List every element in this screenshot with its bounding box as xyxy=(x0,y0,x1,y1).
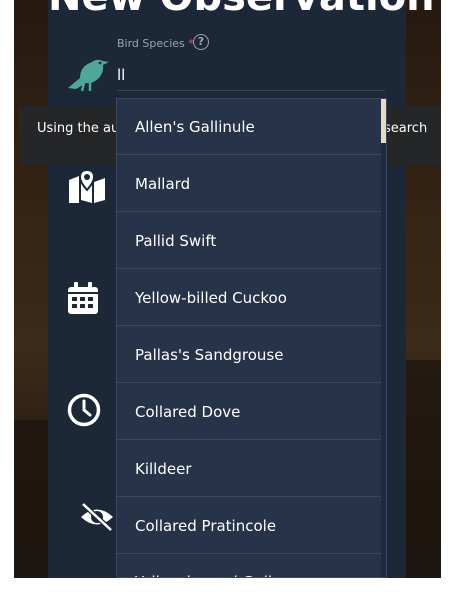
suggestion-item[interactable]: Pallid Swift xyxy=(117,213,381,269)
suggestion-item[interactable]: Mallard xyxy=(117,156,381,212)
dropdown-scrollbar-track[interactable] xyxy=(381,99,386,577)
clock-icon xyxy=(67,393,101,427)
suggestion-item[interactable]: Yellow-legged Gull xyxy=(117,555,381,577)
suggestion-item[interactable]: Collared Pratincole xyxy=(117,498,381,554)
page-title: New Observation xyxy=(48,0,435,20)
species-label-text: Bird Species xyxy=(117,37,185,50)
suggestion-item[interactable]: Killdeer xyxy=(117,441,381,497)
suggestion-item[interactable]: Collared Dove xyxy=(117,384,381,440)
page-footer-blank xyxy=(0,578,462,598)
dropdown-scrollbar-thumb[interactable] xyxy=(381,99,386,143)
suggestion-item[interactable]: Yellow-billed Cuckoo xyxy=(117,270,381,326)
suggestion-item[interactable]: Pallas's Sandgrouse xyxy=(117,327,381,383)
eye-slash-icon xyxy=(81,502,113,532)
tooltip-text-right: search xyxy=(384,121,428,136)
bird-species-input[interactable] xyxy=(115,62,385,88)
calendar-icon xyxy=(68,282,98,314)
help-icon[interactable]: ? xyxy=(193,34,209,50)
bird-icon xyxy=(68,59,109,92)
input-underline xyxy=(117,90,385,91)
species-suggestions-dropdown[interactable]: Allen's Gallinule Mallard Pallid Swift Y… xyxy=(116,98,387,578)
suggestion-item[interactable]: Allen's Gallinule xyxy=(117,99,381,155)
screen: New Observation xyxy=(0,0,462,598)
tooltip-text-left: Using the au xyxy=(37,121,120,136)
map-marker-icon xyxy=(69,170,105,203)
species-field-label: Bird Species * xyxy=(117,37,194,50)
